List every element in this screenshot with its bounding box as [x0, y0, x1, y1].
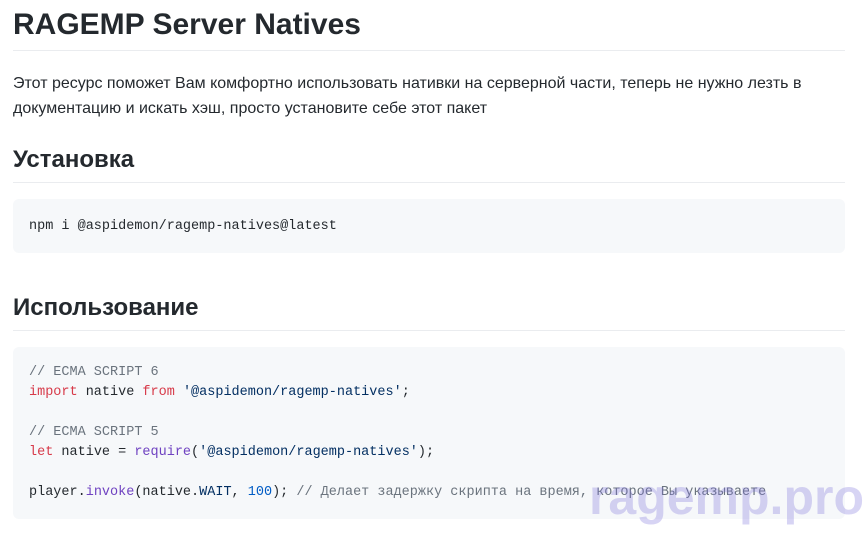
usage-code: // ECMA SCRIPT 6import native from '@asp… — [29, 363, 829, 503]
usage-code-block: // ECMA SCRIPT 6import native from '@asp… — [13, 347, 845, 519]
page-title: RAGEMP Server Natives — [13, 8, 845, 51]
install-code: npm i @aspidemon/ragemp-natives@latest — [29, 219, 337, 234]
install-code-block: npm i @aspidemon/ragemp-natives@latest — [13, 199, 845, 253]
section-heading-install: Установка — [13, 145, 845, 183]
document-page: RAGEMP Server Natives Этот ресурс поможе… — [0, 8, 868, 519]
section-heading-usage: Использование — [13, 293, 845, 331]
description-paragraph: Этот ресурс поможет Вам комфортно исполь… — [13, 71, 823, 121]
